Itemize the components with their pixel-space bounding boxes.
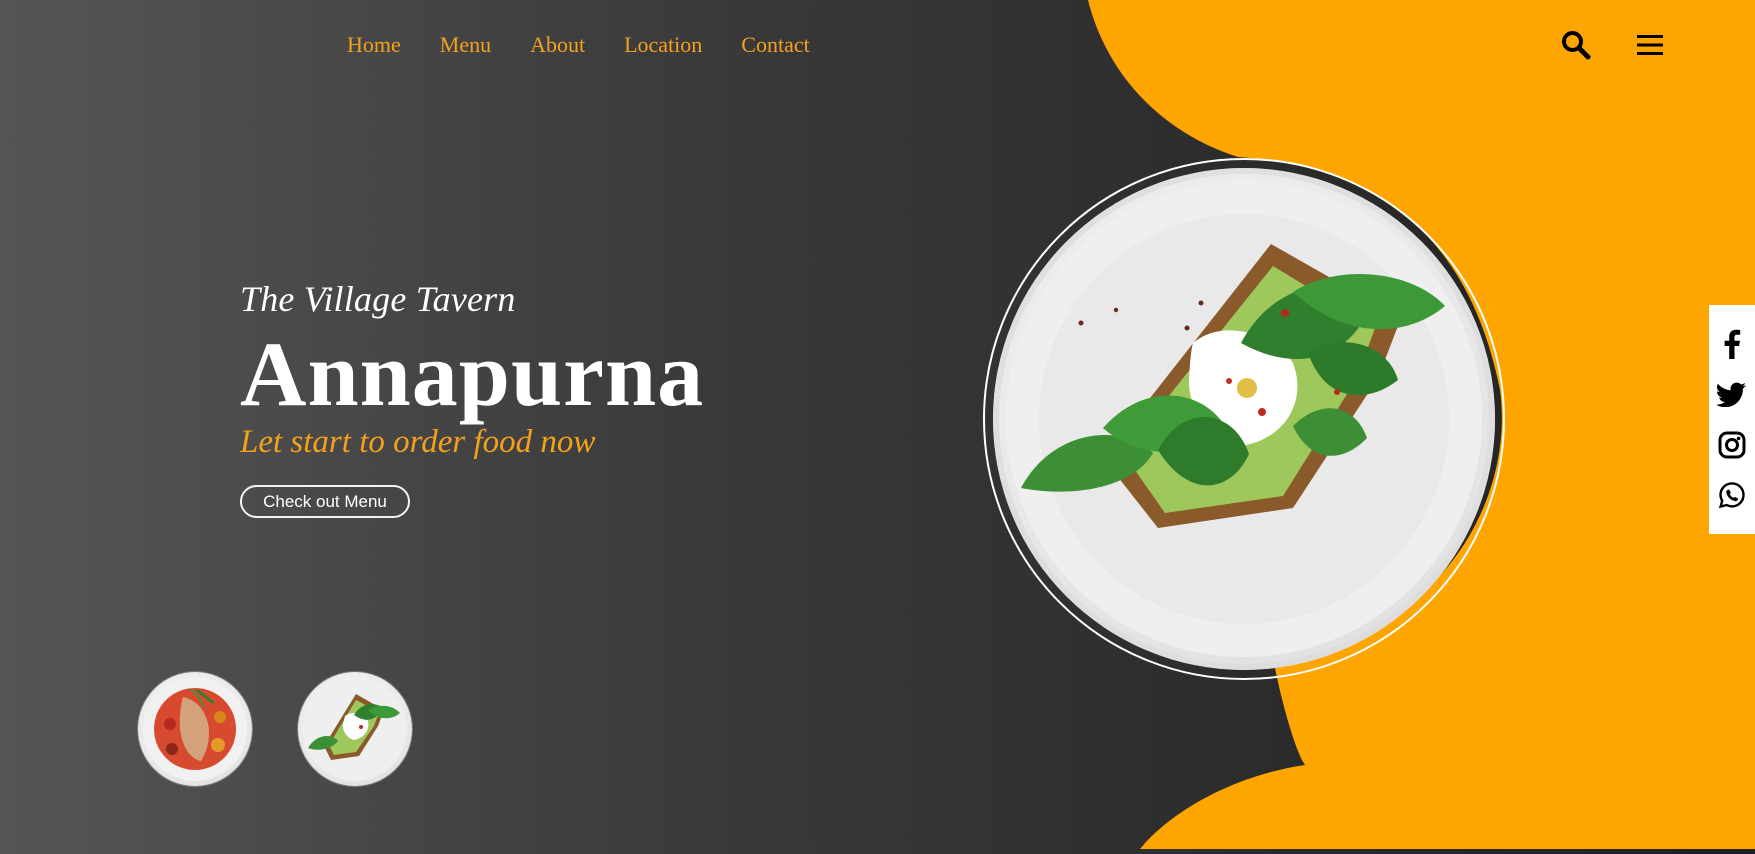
twitter-icon[interactable] (1715, 377, 1749, 411)
search-icon[interactable] (1560, 29, 1591, 60)
nav-contact[interactable]: Contact (741, 31, 809, 59)
dish-thumbnails (138, 672, 412, 786)
nav-home[interactable]: Home (347, 31, 401, 59)
instagram-icon[interactable] (1715, 428, 1749, 462)
dish-thumbnail[interactable] (138, 672, 252, 786)
nav-location[interactable]: Location (624, 31, 702, 59)
hero-title: Annapurna (240, 323, 705, 425)
nav-about[interactable]: About (530, 31, 585, 59)
facebook-icon[interactable] (1715, 327, 1749, 361)
dish-thumbnail[interactable] (298, 672, 412, 786)
hero-section: The Village Tavern Annapurna Let start t… (240, 278, 800, 518)
check-out-menu-button[interactable]: Check out Menu (240, 485, 410, 518)
featured-dish (983, 158, 1505, 680)
social-sidebar (1709, 305, 1755, 534)
nav-menu[interactable]: Menu (440, 31, 491, 59)
featured-dish-image (993, 168, 1495, 670)
menu-icon[interactable] (1636, 33, 1664, 57)
hero-subtitle: The Village Tavern (240, 279, 516, 319)
whatsapp-icon[interactable] (1715, 478, 1749, 512)
hero-tagline: Let start to order food now (240, 424, 596, 460)
top-navigation: Home Menu About Location Contact (347, 31, 810, 59)
header-actions (1560, 29, 1664, 60)
